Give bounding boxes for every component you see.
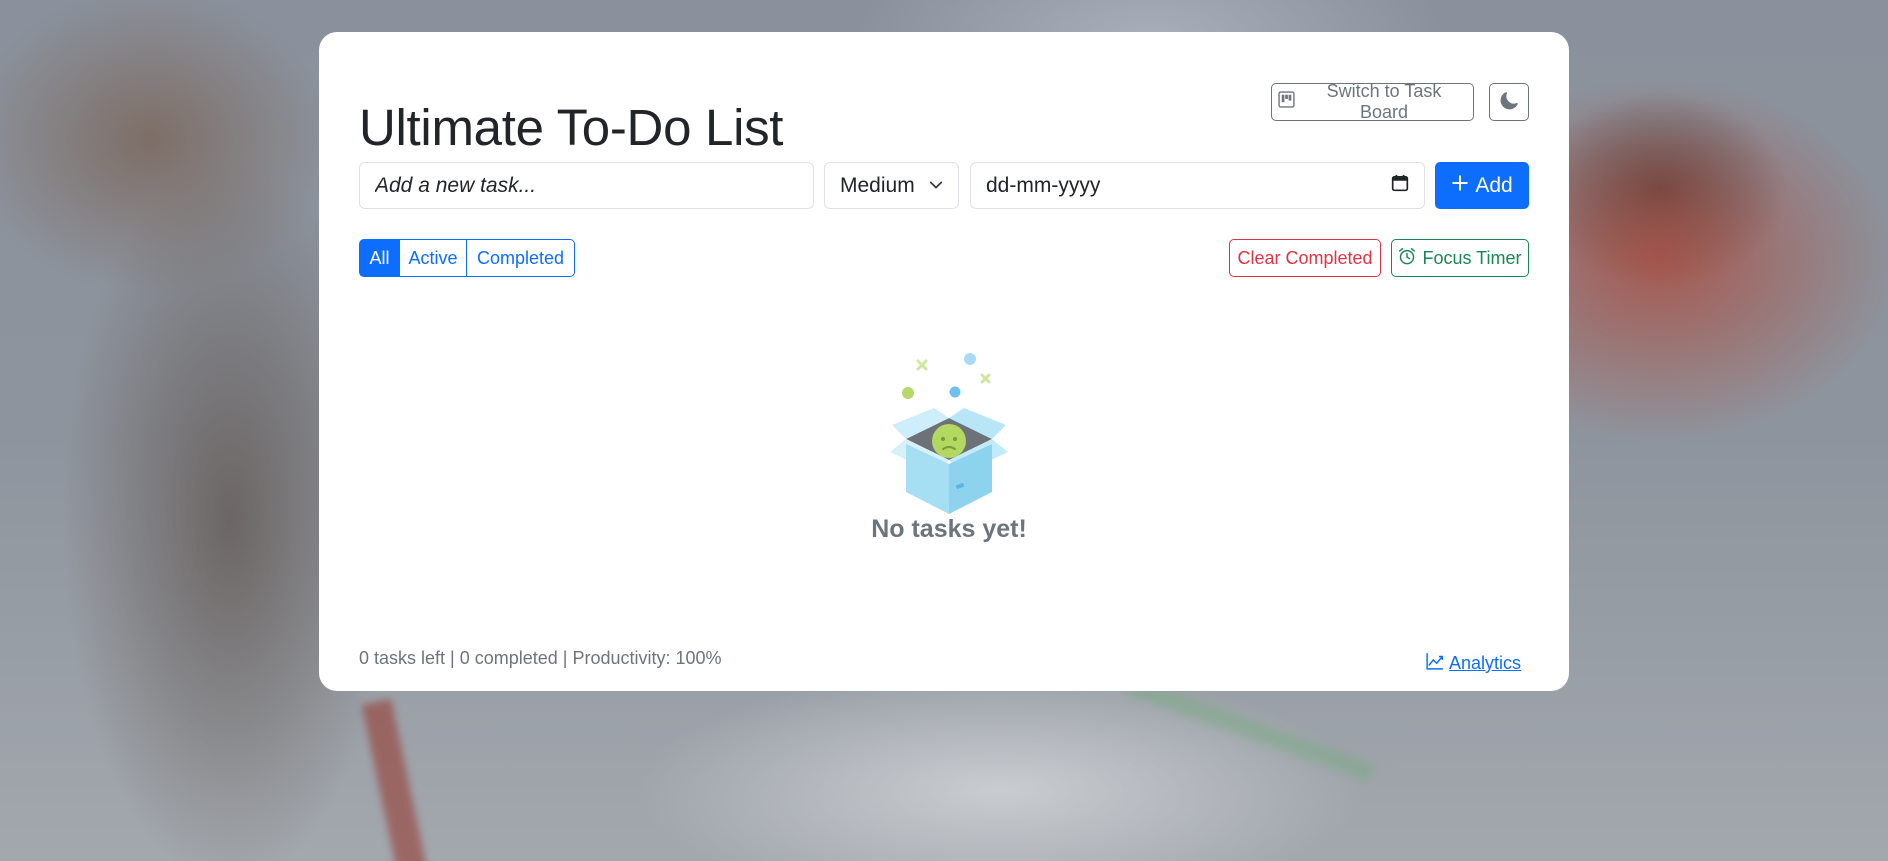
analytics-label: Analytics <box>1449 653 1522 673</box>
alarm-icon <box>1398 247 1416 270</box>
page-title: Ultimate To-Do List <box>359 99 784 156</box>
filter-active-button[interactable]: Active <box>399 239 467 277</box>
todo-card: Ultimate To-Do List Switch to Task Board… <box>319 32 1569 691</box>
clear-completed-button[interactable]: Clear Completed <box>1229 239 1381 277</box>
task-stats: 0 tasks left | 0 completed | Productivit… <box>359 648 722 669</box>
focus-timer-label: Focus Timer <box>1422 247 1522 268</box>
add-task-button[interactable]: Add <box>1435 162 1529 209</box>
chevron-down-icon <box>929 174 943 198</box>
moon-icon <box>1500 91 1518 113</box>
switch-to-task-board-label: Switch to Task Board <box>1326 81 1442 122</box>
due-date-placeholder: dd-mm-yyyy <box>986 173 1101 197</box>
stats-separator: | <box>445 648 460 668</box>
filter-all-button[interactable]: All <box>359 239 400 277</box>
background-decoration <box>1124 676 1376 782</box>
analytics-link[interactable]: Analytics <box>1426 652 1521 675</box>
tasks-left-count: 0 tasks left <box>359 648 446 668</box>
filter-completed-button[interactable]: Completed <box>466 239 575 277</box>
priority-selected-value: Medium <box>840 173 915 197</box>
productivity-value: Productivity: 100% <box>572 648 722 668</box>
focus-timer-button[interactable]: Focus Timer <box>1391 239 1529 277</box>
kanban-icon <box>1278 91 1295 113</box>
background-decoration <box>361 698 429 861</box>
empty-state-message: No tasks yet! <box>871 515 1027 543</box>
completed-count: 0 completed <box>459 648 558 668</box>
plus-icon <box>1451 174 1469 198</box>
empty-box-illustration <box>884 352 1014 517</box>
priority-select[interactable]: Medium <box>824 162 959 209</box>
filter-button-group: All Active Completed <box>359 239 575 277</box>
switch-to-task-board-button[interactable]: Switch to Task Board <box>1271 81 1474 122</box>
theme-toggle-button[interactable] <box>1489 83 1529 121</box>
due-date-input[interactable]: dd-mm-yyyy <box>970 162 1425 209</box>
graph-up-icon <box>1426 652 1444 675</box>
add-task-label: Add <box>1475 173 1513 197</box>
new-task-input[interactable] <box>359 162 814 209</box>
calendar-icon[interactable] <box>1391 174 1409 198</box>
stats-separator: | <box>557 648 573 668</box>
